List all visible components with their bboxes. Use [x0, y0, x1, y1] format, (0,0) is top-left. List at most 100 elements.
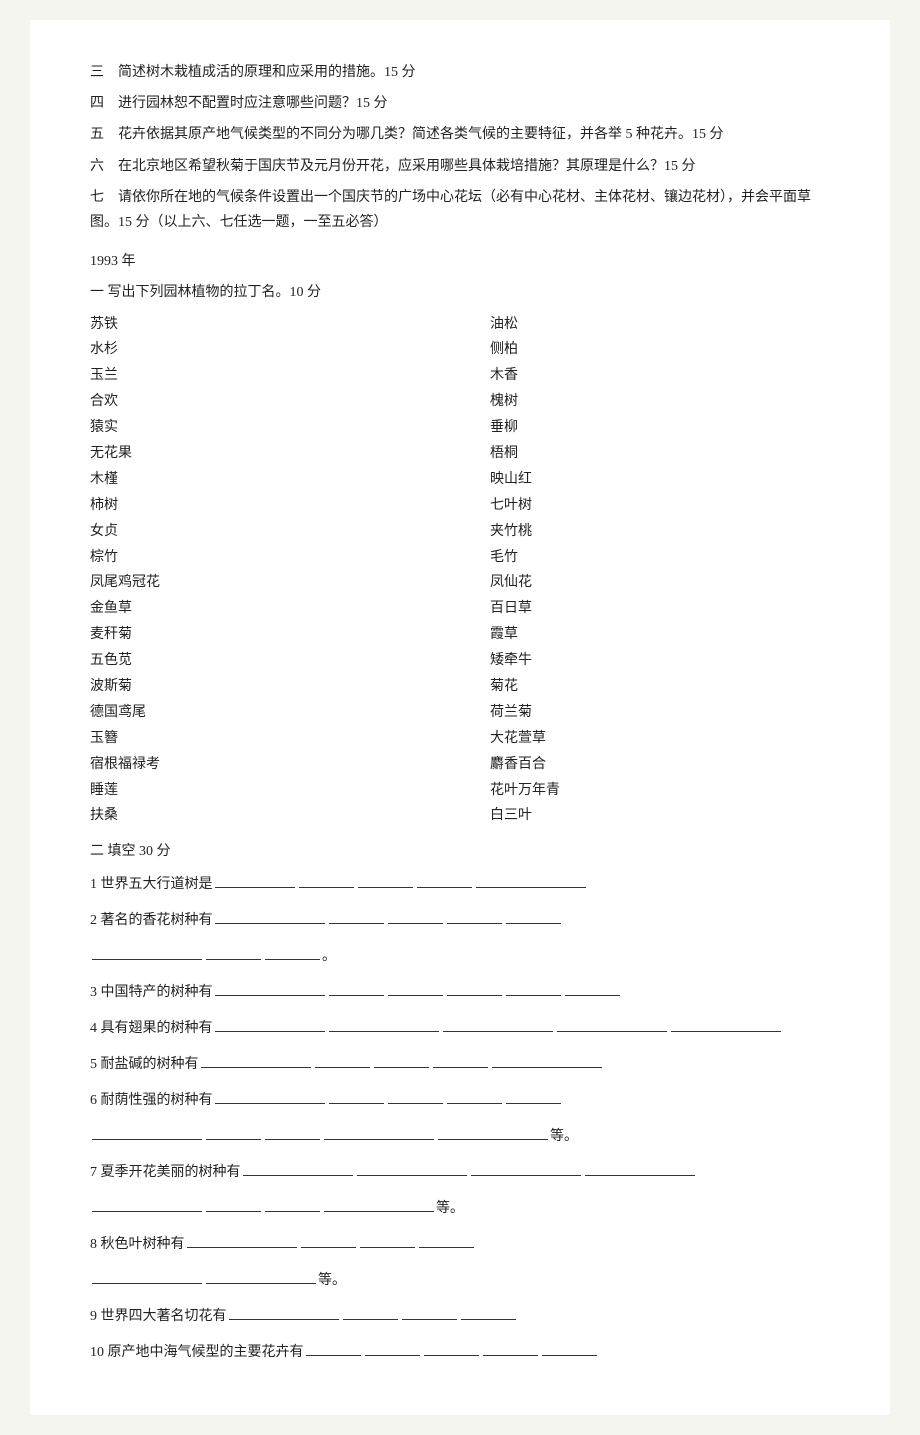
list-item: 垂柳 — [490, 415, 830, 441]
fill-item-9: 9 世界四大著名切花有 — [90, 1303, 830, 1331]
blank — [92, 959, 202, 960]
section-two: 二 填空 30 分 1 世界五大行道树是 2 著名的香花树种有 。 3 中国特产… — [90, 839, 830, 1366]
blank — [201, 1067, 311, 1068]
q4-text: 进行园林恕不配置时应注意哪些问题？15 分 — [118, 96, 388, 111]
blank — [187, 1247, 297, 1248]
blank — [365, 1355, 420, 1356]
fill-text-3: 中国特产的树种有 — [101, 985, 213, 1000]
blank — [206, 1211, 261, 1212]
blank — [542, 1355, 597, 1356]
list-item: 木槿 — [90, 467, 430, 493]
q6-num: 六 — [90, 159, 104, 174]
blank — [265, 1211, 320, 1212]
blank — [374, 1067, 429, 1068]
fill-text-8: 秋色叶树种有 — [101, 1237, 185, 1252]
q6-text: 在北京地区希望秋菊于国庆节及元月份开花，应采用哪些具体栽培措施？其原理是什么？1… — [118, 159, 696, 174]
list-item: 德国鸢尾 — [90, 700, 430, 726]
top-questions: 三 简述树木栽植成活的原理和应采用的措施。15 分 四 进行园林恕不配置时应注意… — [90, 60, 830, 235]
fill-num-10: 10 — [90, 1345, 108, 1360]
plants-left-col: 苏铁 水杉 玉兰 合欢 猿实 无花果 木槿 柿树 女贞 棕竹 凤尾鸡冠花 金鱼草… — [90, 312, 430, 830]
fill-num-7: 7 — [90, 1165, 101, 1180]
list-item: 宿根福禄考 — [90, 752, 430, 778]
blank — [215, 887, 295, 888]
list-item: 荷兰菊 — [490, 700, 830, 726]
blank — [92, 1283, 202, 1284]
question-5: 五 花卉依据其原产地气候类型的不同分为哪几类？简述各类气候的主要特征，并各举 5… — [90, 122, 830, 147]
etc-6: 等。 — [550, 1129, 578, 1144]
q4-num: 四 — [90, 96, 104, 111]
blank — [388, 1103, 443, 1104]
blank — [419, 1247, 474, 1248]
blank — [215, 1103, 325, 1104]
blank — [492, 1067, 602, 1068]
blank — [471, 1175, 581, 1176]
list-item: 槐树 — [490, 389, 830, 415]
fill-num-3: 3 — [90, 985, 101, 1000]
blank — [358, 887, 413, 888]
year-heading: 1993 年 — [90, 249, 830, 274]
blank — [206, 1139, 261, 1140]
blank — [671, 1031, 781, 1032]
fill-text-2: 著名的香花树种有 — [101, 913, 213, 928]
q7-text: 请依你所在地的气候条件设置出一个国庆节的广场中心花坛（必有中心花材、主体花材、镶… — [90, 190, 811, 230]
blank — [324, 1139, 434, 1140]
list-item: 睡莲 — [90, 778, 430, 804]
list-item: 菊花 — [490, 674, 830, 700]
list-item: 夹竹桃 — [490, 519, 830, 545]
list-item: 玉兰 — [90, 363, 430, 389]
fill-item-5: 5 耐盐碱的树种有 — [90, 1051, 830, 1079]
list-item: 金鱼草 — [90, 596, 430, 622]
list-item: 映山红 — [490, 467, 830, 493]
list-item: 猿实 — [90, 415, 430, 441]
fill-num-2: 2 — [90, 913, 101, 928]
list-item: 波斯菊 — [90, 674, 430, 700]
blank — [329, 1031, 439, 1032]
list-item: 棕竹 — [90, 545, 430, 571]
blank — [92, 1139, 202, 1140]
fill-item-3: 3 中国特产的树种有 — [90, 979, 830, 1007]
fill-item-1: 1 世界五大行道树是 — [90, 871, 830, 899]
blank — [565, 995, 620, 996]
list-item: 五色苋 — [90, 648, 430, 674]
fill-item-8-cont: 等。 — [90, 1267, 830, 1295]
fill-num-9: 9 — [90, 1309, 101, 1324]
list-item: 白三叶 — [490, 803, 830, 829]
question-3: 三 简述树木栽植成活的原理和应采用的措施。15 分 — [90, 60, 830, 85]
question-4: 四 进行园林恕不配置时应注意哪些问题？15 分 — [90, 91, 830, 116]
list-item: 麝香百合 — [490, 752, 830, 778]
q5-num: 五 — [90, 127, 104, 142]
q5-text: 花卉依据其原产地气候类型的不同分为哪几类？简述各类气候的主要特征，并各举 5 种… — [118, 127, 724, 142]
list-item: 木香 — [490, 363, 830, 389]
fill-item-8: 8 秋色叶树种有 — [90, 1231, 830, 1259]
fill-num-6: 6 — [90, 1093, 101, 1108]
blank — [265, 959, 320, 960]
blank — [265, 1139, 320, 1140]
list-item: 花叶万年青 — [490, 778, 830, 804]
blank — [476, 887, 586, 888]
list-item: 霞草 — [490, 622, 830, 648]
list-item: 柿树 — [90, 493, 430, 519]
list-item: 凤尾鸡冠花 — [90, 570, 430, 596]
list-item: 侧柏 — [490, 337, 830, 363]
fill-num-4: 4 — [90, 1021, 101, 1036]
fill-text-7: 夏季开花美丽的树种有 — [101, 1165, 241, 1180]
plants-right-col: 油松 侧柏 木香 槐树 垂柳 梧桐 映山红 七叶树 夹竹桃 毛竹 凤仙花 百日草… — [490, 312, 830, 830]
list-item: 无花果 — [90, 441, 430, 467]
question-7: 七 请依你所在地的气候条件设置出一个国庆节的广场中心花坛（必有中心花材、主体花材… — [90, 185, 830, 235]
blank — [206, 1283, 316, 1284]
q3-text: 简述树木栽植成活的原理和应采用的措施。15 分 — [118, 65, 416, 80]
blank — [388, 923, 443, 924]
list-item: 梧桐 — [490, 441, 830, 467]
blank — [447, 923, 502, 924]
blank — [447, 995, 502, 996]
blank — [92, 1211, 202, 1212]
blank — [438, 1139, 548, 1140]
list-item: 油松 — [490, 312, 830, 338]
list-item: 七叶树 — [490, 493, 830, 519]
fill-item-6-cont: 等。 — [90, 1123, 830, 1151]
blank — [215, 995, 325, 996]
blank — [329, 923, 384, 924]
fill-num-1: 1 — [90, 877, 101, 892]
fill-num-5: 5 — [90, 1057, 101, 1072]
blank — [447, 1103, 502, 1104]
